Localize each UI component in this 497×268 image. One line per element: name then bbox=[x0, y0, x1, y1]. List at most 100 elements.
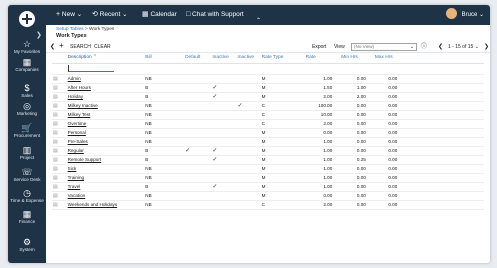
sidebar-item-project[interactable]: ▥ Project bbox=[8, 145, 46, 161]
table-row[interactable]: ▤ Milkey Inactive NB ✓ C 100.00 0.00 0.00 bbox=[52, 101, 484, 111]
table-row[interactable]: ▤ Training NB M 1.00 0.00 0.00 bbox=[52, 173, 484, 183]
table-row[interactable]: ▤ Vacation NB M 0.00 0.00 0.00 bbox=[52, 191, 484, 201]
sidebar-item-sales[interactable]: $ Sales bbox=[8, 83, 46, 99]
table-row[interactable]: ▤ Regular B ✓ ✓ M 1.00 0.00 0.00 bbox=[52, 146, 484, 156]
user-menu[interactable]: Bruce ⌄ bbox=[445, 7, 484, 22]
row-bill: NB bbox=[144, 128, 185, 138]
row-menu-icon[interactable]: ▤ bbox=[53, 175, 58, 181]
table-row[interactable]: ▤ Pre-Sales NB M 1.00 0.00 0.00 bbox=[52, 137, 484, 147]
table-row[interactable]: ▤ Personal NB M 0.00 0.00 0.00 bbox=[52, 128, 484, 138]
sidebar-item-finance[interactable]: ▦ Finance bbox=[8, 209, 46, 225]
view-select[interactable]: (No View) ⌄ bbox=[351, 43, 417, 51]
col-header-default[interactable]: Default bbox=[184, 53, 212, 64]
col-header-rate-type[interactable]: Rate Type bbox=[260, 53, 305, 64]
row-description-link[interactable]: Travel bbox=[68, 184, 81, 189]
table-row[interactable]: ▤ After Hours B ✓ M 1.50 1.00 0.00 bbox=[52, 83, 484, 93]
row-menu-icon[interactable]: ▤ bbox=[53, 157, 58, 163]
row-menu-icon[interactable]: ▤ bbox=[53, 85, 58, 91]
row-description-link[interactable]: After Hours bbox=[68, 85, 91, 90]
search-button[interactable]: SEARCH bbox=[70, 43, 91, 51]
breadcrumb-parent-link[interactable]: Setup Tables bbox=[56, 27, 84, 32]
col-header-inactive-1[interactable]: Inactive bbox=[211, 53, 237, 64]
row-description-link[interactable]: Admin bbox=[68, 76, 81, 81]
row-description-link[interactable]: Vacation bbox=[68, 193, 86, 198]
row-menu-icon[interactable]: ▤ bbox=[53, 121, 58, 127]
row-menu-icon[interactable]: ▤ bbox=[53, 166, 58, 172]
row-description-link[interactable]: Weekends and Holidays bbox=[68, 202, 117, 207]
next-page-icon[interactable]: ❯ bbox=[484, 43, 489, 51]
chat-support-button[interactable]: □ Chat with Support bbox=[186, 10, 244, 20]
row-description-link[interactable]: Milkey Inactive bbox=[68, 103, 98, 108]
row-min-hrs: 1.00 bbox=[340, 83, 374, 93]
col-header-rate[interactable]: Rate bbox=[304, 53, 341, 64]
row-description-link[interactable]: Milkey Test bbox=[68, 112, 91, 117]
paging-select[interactable]: 1 - 15 of 15 ⌄ bbox=[448, 43, 479, 51]
row-menu-icon[interactable]: ▤ bbox=[53, 76, 58, 82]
row-menu-icon[interactable]: ▤ bbox=[53, 148, 58, 154]
sidebar-item-marketing[interactable]: ◎ Marketing bbox=[8, 101, 46, 117]
sidebar-item-procurement[interactable]: 🛒 Procurement bbox=[8, 123, 46, 139]
expand-chevron-icon[interactable]: ⌃ bbox=[256, 16, 261, 26]
row-description-link[interactable]: Pre-Sales bbox=[68, 139, 88, 144]
prev-page-icon[interactable]: ❮ bbox=[438, 43, 443, 51]
chevron-right-icon[interactable]: ❯ bbox=[36, 31, 42, 39]
row-min-hrs: 0.00 bbox=[340, 119, 374, 129]
row-min-hrs: 2.00 bbox=[340, 92, 374, 102]
row-menu-icon[interactable]: ▤ bbox=[53, 130, 58, 136]
sidebar-item-time-expense[interactable]: ◷ Time & Expense bbox=[8, 188, 46, 203]
row-max-hrs: 0.00 bbox=[373, 164, 406, 174]
table-row[interactable]: ▤ Remote Support B ✓ M 1.00 0.25 0.00 bbox=[52, 155, 484, 165]
sidebar-item-system[interactable]: ⚙ System bbox=[8, 237, 46, 253]
description-filter-input[interactable] bbox=[67, 65, 114, 72]
clear-button[interactable]: CLEAR bbox=[94, 43, 111, 51]
row-rate: 1.00 bbox=[304, 146, 341, 156]
row-rate-type: M bbox=[260, 182, 305, 192]
row-menu-icon[interactable]: ▤ bbox=[53, 193, 58, 199]
row-max-hrs: 0.00 bbox=[373, 155, 406, 165]
table-row[interactable]: ▤ Sick NB M 1.00 0.00 0.00 bbox=[52, 164, 484, 174]
recent-button[interactable]: ⟲ Recent ⌄ bbox=[92, 10, 128, 20]
chevron-down-icon: ⌄ bbox=[122, 11, 128, 18]
row-menu-icon[interactable]: ▤ bbox=[53, 103, 58, 109]
sidebar-item-my-favorites[interactable]: ☆ My Favorites bbox=[8, 39, 46, 55]
table-row[interactable]: ▤ Holiday B ✓ M 2.00 2.00 0.00 bbox=[52, 92, 484, 102]
chevron-down-icon: ⌄ bbox=[478, 12, 484, 18]
row-description-link[interactable]: Personal bbox=[68, 130, 86, 135]
row-description-link[interactable]: Overtime bbox=[68, 121, 87, 126]
sidebar-item-service-desk[interactable]: ☏ Service Desk bbox=[8, 167, 46, 183]
row-menu-icon[interactable]: ▤ bbox=[53, 184, 58, 190]
col-header-description[interactable]: Description ⌃ bbox=[66, 53, 145, 64]
row-description-link[interactable]: Training bbox=[68, 175, 84, 180]
export-button[interactable]: Export bbox=[312, 43, 326, 51]
row-menu-icon[interactable]: ▤ bbox=[53, 112, 58, 118]
row-description-link[interactable]: Sick bbox=[68, 166, 77, 171]
sidebar-item-companies[interactable]: ▦ Companies bbox=[8, 57, 46, 73]
row-description-link[interactable]: Remote Support bbox=[68, 157, 101, 162]
row-bill: NB bbox=[144, 164, 185, 174]
row-max-hrs: 0.00 bbox=[373, 83, 406, 93]
row-description-link[interactable]: Holiday bbox=[68, 94, 83, 99]
row-menu-icon[interactable]: ▤ bbox=[53, 202, 58, 208]
calendar-button[interactable]: ▦ Calendar bbox=[142, 10, 177, 20]
table-row[interactable]: ▤ Milkey Test NB C 10.00 0.00 0.00 bbox=[52, 110, 484, 120]
row-description-link[interactable]: Regular bbox=[68, 148, 84, 153]
row-menu-icon[interactable]: ▤ bbox=[53, 94, 58, 100]
col-header-bill[interactable]: Bill bbox=[144, 53, 185, 64]
col-header-inactive-2[interactable]: Inactive bbox=[236, 53, 261, 64]
new-button[interactable]: + New ⌄ bbox=[56, 10, 82, 20]
help-icon[interactable]: ⓘ bbox=[421, 43, 427, 51]
row-menu-icon[interactable]: ▤ bbox=[53, 139, 58, 145]
table-row[interactable]: ▤ Overtime NB C 2.00 0.00 0.00 bbox=[52, 119, 484, 129]
table-row[interactable]: ▤ Travel B ✓ M 1.00 0.00 0.00 bbox=[52, 182, 484, 192]
calendar-icon: ▦ bbox=[142, 11, 149, 18]
table-row[interactable]: ▤ Admin NB M 1.00 0.00 0.00 bbox=[52, 74, 484, 84]
table-row[interactable]: ▤ Weekends and Holidays NB C 2.00 0.00 0.00 bbox=[52, 200, 484, 210]
row-bill: NB bbox=[144, 200, 185, 210]
col-header-max-hrs[interactable]: Max Hrs bbox=[373, 53, 406, 64]
clock-icon: ◷ bbox=[23, 188, 31, 198]
chevron-left-icon[interactable]: ❮ bbox=[50, 43, 55, 51]
app-logo[interactable] bbox=[13, 10, 41, 28]
add-icon[interactable]: + bbox=[59, 42, 64, 50]
row-bill: B bbox=[144, 146, 185, 156]
col-header-min-hrs[interactable]: Min Hrs bbox=[340, 53, 374, 64]
